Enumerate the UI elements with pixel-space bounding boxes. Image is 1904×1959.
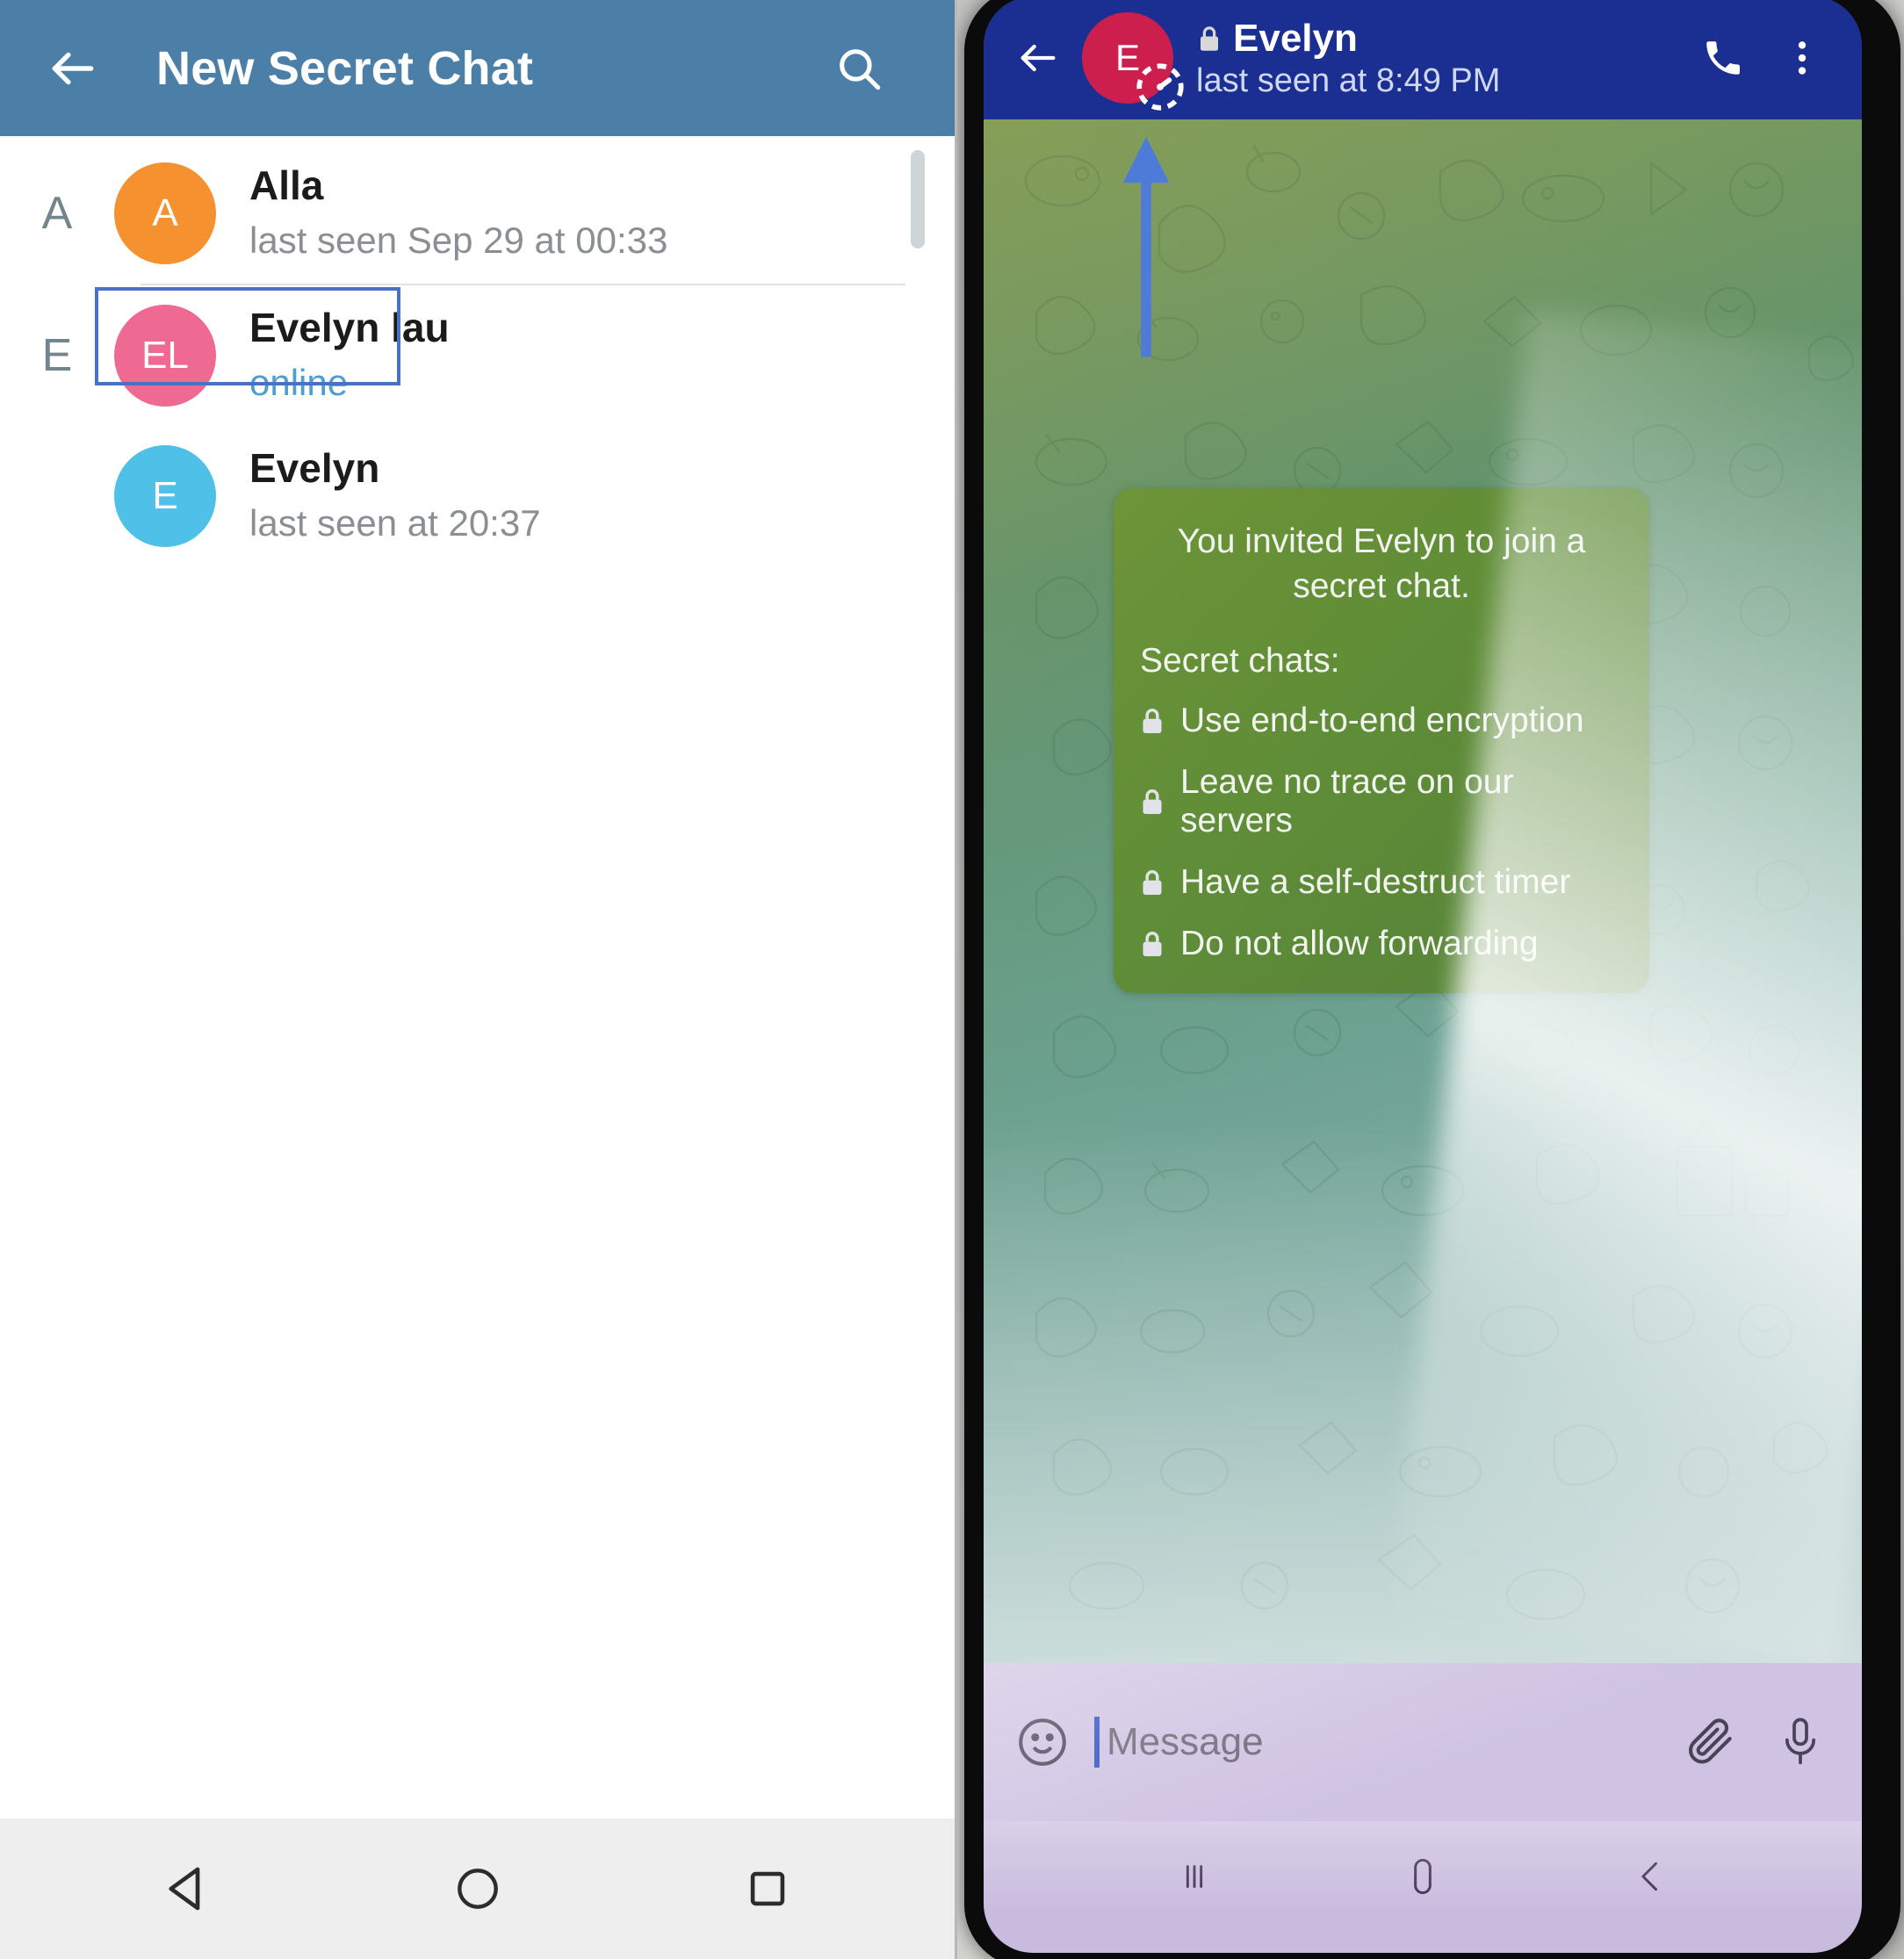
avatar-initials: E xyxy=(152,474,178,517)
chat-back-button[interactable] xyxy=(1006,26,1070,90)
page-title: New Secret Chat xyxy=(156,41,534,95)
phone-nav-home-button[interactable] xyxy=(1383,1841,1462,1912)
search-button[interactable] xyxy=(821,31,897,106)
section-letter: A xyxy=(41,188,73,239)
chat-title: Evelyn xyxy=(1233,16,1358,60)
new-secret-chat-panel: New Secret Chat A A Alla last seen Sep 2… xyxy=(0,0,957,1959)
feature-label: Have a self-destruct timer xyxy=(1180,863,1571,902)
call-button[interactable] xyxy=(1691,26,1755,90)
phone-screen: E Evelyn last seen at 8:49 PM You invite… xyxy=(984,0,1862,1953)
app-header: New Secret Chat xyxy=(0,0,955,136)
back-button[interactable] xyxy=(35,31,111,106)
contact-status: last seen Sep 29 at 00:33 xyxy=(249,220,668,262)
service-message-bubble: You invited Evelyn to join a secret chat… xyxy=(1114,488,1649,994)
microphone-icon[interactable] xyxy=(1776,1715,1825,1769)
avatar: EL xyxy=(114,305,216,407)
contact-text: Evelyn lau online xyxy=(249,303,450,407)
arrow-left-icon xyxy=(52,52,94,84)
recents-bars-icon xyxy=(1186,1865,1203,1888)
contact-status: online xyxy=(249,362,349,404)
bubble-subhead: Secret chats: xyxy=(1140,642,1340,681)
contact-name: Alla xyxy=(249,162,324,209)
phone-nav-recents-button[interactable] xyxy=(1155,1841,1234,1912)
feature-label: Use end-to-end encryption xyxy=(1180,702,1584,740)
chevron-back-icon xyxy=(1641,1862,1657,1891)
lock-icon xyxy=(1143,870,1162,896)
lock-icon xyxy=(1143,789,1162,815)
contact-text: Alla last seen Sep 29 at 00:33 xyxy=(249,161,667,265)
chat-header: E Evelyn last seen at 8:49 PM xyxy=(984,0,1862,119)
phone-photo-panel: E Evelyn last seen at 8:49 PM You invite… xyxy=(957,0,1904,1959)
list-item[interactable]: E EL Evelyn lau online xyxy=(0,285,955,426)
list-item: Use end-to-end encryption xyxy=(1140,702,1623,740)
home-oval-icon xyxy=(1414,1858,1432,1895)
triangle-back-icon xyxy=(168,1867,199,1911)
contact-name: Evelyn lau xyxy=(249,305,450,351)
screenshot-root: New Secret Chat A A Alla last seen Sep 2… xyxy=(0,0,1904,1959)
phone-nav-back-button[interactable] xyxy=(1612,1841,1691,1912)
text-caret xyxy=(1094,1717,1100,1768)
feature-label: Leave no trace on our servers xyxy=(1180,763,1514,840)
avatar: E xyxy=(114,445,216,547)
up-arrow-annotation xyxy=(1122,136,1170,357)
smiley-emoji-icon[interactable] xyxy=(1013,1713,1071,1771)
chat-avatar-wrap[interactable]: E xyxy=(1082,12,1184,111)
chat-title-line: Evelyn xyxy=(1196,17,1500,61)
list-item: Do not allow forwarding xyxy=(1140,925,1623,963)
contact-status: last seen at 20:37 xyxy=(249,502,541,544)
chat-subtitle: last seen at 8:49 PM xyxy=(1196,61,1501,99)
avatar-initials: A xyxy=(152,191,178,234)
overflow-menu-icon xyxy=(1798,41,1807,75)
avatar-initials: EL xyxy=(141,334,189,377)
circle-home-icon xyxy=(457,1869,498,1909)
self-destruct-timer-icon xyxy=(1136,63,1184,111)
lock-icon xyxy=(1143,709,1162,734)
bubble-feature-list: Use end-to-end encryption Leave no trace… xyxy=(1140,702,1623,963)
contact-name: Evelyn xyxy=(249,445,380,492)
feature-label: Do not allow forwarding xyxy=(1180,925,1539,963)
avatar: A xyxy=(114,162,216,264)
chat-title-block: Evelyn last seen at 8:49 PM xyxy=(1196,17,1500,100)
list-item[interactable]: A A Alla last seen Sep 29 at 00:33 xyxy=(0,143,955,284)
bubble-headline: You invited Evelyn to join a secret chat… xyxy=(1177,522,1586,605)
contact-text: Evelyn last seen at 20:37 xyxy=(249,443,541,548)
arrow-left-icon xyxy=(1021,44,1056,72)
nav-home-button[interactable] xyxy=(429,1840,526,1937)
lock-icon xyxy=(1143,932,1162,957)
section-letter: E xyxy=(41,330,73,381)
contact-list[interactable]: A A Alla last seen Sep 29 at 00:33 E EL … xyxy=(0,136,955,1819)
nav-back-button[interactable] xyxy=(140,1840,236,1937)
android-nav-bar xyxy=(0,1819,955,1959)
paperclip-icon[interactable] xyxy=(1684,1715,1739,1769)
message-input-bar: Message xyxy=(984,1663,1862,1821)
overflow-menu-button[interactable] xyxy=(1771,26,1834,90)
phone-device-frame: E Evelyn last seen at 8:49 PM You invite… xyxy=(964,0,1900,1959)
list-item[interactable]: E Evelyn last seen at 20:37 xyxy=(0,426,955,566)
message-input[interactable]: Message xyxy=(1094,1717,1684,1768)
search-icon xyxy=(840,48,881,90)
nav-recents-button[interactable] xyxy=(719,1840,816,1937)
phone-nav-bar xyxy=(984,1821,1862,1953)
phone-call-icon xyxy=(1706,41,1740,75)
list-item: Have a self-destruct timer xyxy=(1140,863,1623,902)
chat-body[interactable]: You invited Evelyn to join a secret chat… xyxy=(984,119,1862,1663)
list-item: Leave no trace on our servers xyxy=(1140,763,1623,840)
square-recents-icon xyxy=(750,1871,784,1906)
message-placeholder: Message xyxy=(1107,1720,1264,1763)
lock-icon xyxy=(1201,25,1218,51)
